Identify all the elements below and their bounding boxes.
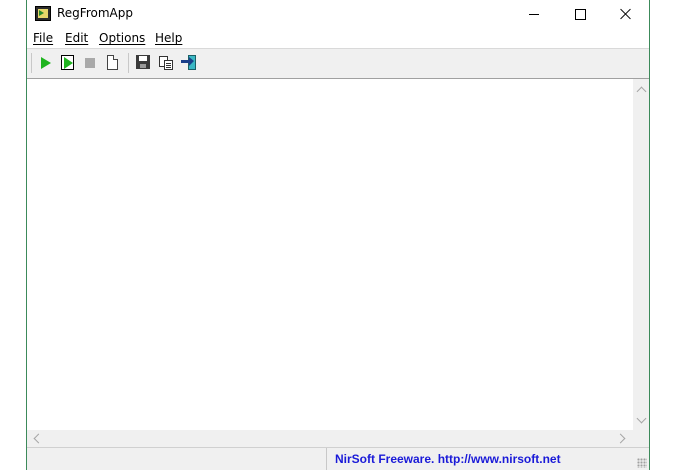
new-document-icon — [107, 55, 118, 70]
resize-grip-icon[interactable] — [637, 458, 647, 468]
start-process-icon — [61, 55, 74, 70]
copy-button[interactable] — [157, 54, 175, 72]
app-icon[interactable] — [35, 6, 51, 21]
start-process-button[interactable] — [58, 54, 76, 72]
horizontal-scrollbar[interactable] — [27, 430, 633, 447]
stop-icon — [85, 58, 95, 68]
exit-button[interactable] — [180, 54, 198, 72]
close-icon — [620, 8, 632, 20]
save-icon — [136, 55, 150, 69]
title-bar[interactable]: RegFromApp — [27, 0, 649, 28]
scroll-up-icon[interactable] — [636, 86, 647, 97]
menu-help[interactable]: Help — [155, 31, 182, 45]
toolbar-separator — [31, 53, 32, 73]
menu-edit[interactable]: Edit — [65, 31, 88, 45]
minimize-button[interactable] — [511, 0, 557, 28]
toolbar-separator — [128, 53, 129, 73]
scroll-left-icon[interactable] — [33, 433, 44, 444]
new-document-button[interactable] — [104, 54, 122, 72]
start-icon — [41, 57, 51, 69]
window-title: RegFromApp — [57, 6, 133, 20]
registry-changes-list[interactable] — [27, 78, 649, 447]
menu-file[interactable]: File — [33, 31, 53, 45]
maximize-icon — [574, 8, 586, 20]
maximize-button[interactable] — [557, 0, 603, 28]
status-bar: NirSoft Freeware. http://www.nirsoft.net — [27, 447, 649, 470]
scroll-right-icon[interactable] — [615, 433, 626, 444]
nirsoft-link[interactable]: NirSoft Freeware. http://www.nirsoft.net — [335, 452, 561, 466]
app-window: RegFromApp File Edit Options Help NirSof… — [26, 0, 650, 470]
toolbar — [27, 50, 649, 76]
save-button[interactable] — [134, 54, 152, 72]
vertical-scrollbar[interactable] — [633, 79, 649, 431]
menu-bar: File Edit Options Help — [27, 28, 649, 49]
close-button[interactable] — [603, 0, 649, 28]
stop-button[interactable] — [81, 54, 99, 72]
scroll-down-icon[interactable] — [636, 413, 647, 424]
minimize-icon — [529, 13, 539, 15]
scrollbar-corner — [633, 430, 649, 447]
status-panel — [27, 448, 327, 470]
menu-options[interactable]: Options — [99, 31, 145, 45]
start-button[interactable] — [36, 54, 54, 72]
